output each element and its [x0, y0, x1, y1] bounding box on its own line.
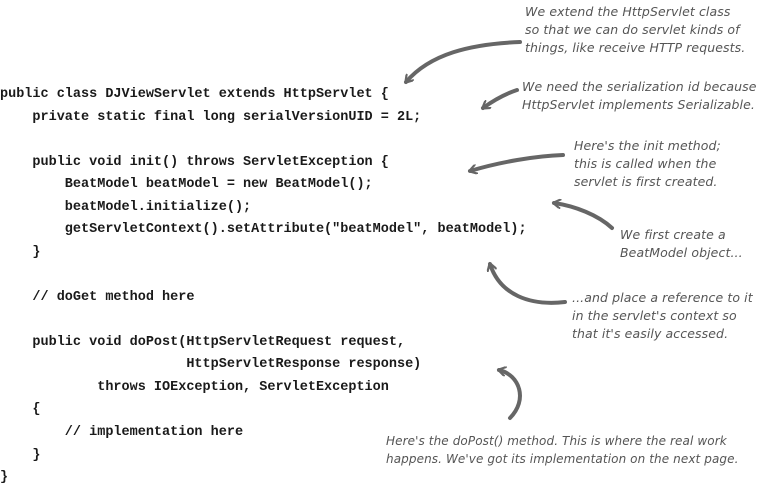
arrow-dopost-to-method: [499, 370, 522, 420]
arrow-serial-to-field: [481, 88, 519, 110]
annotation-dopost-method: Here's the doPost() method. This is wher…: [386, 434, 739, 466]
arrow-init-to-method: [470, 153, 565, 171]
arrow-context-to-setattribute: [490, 264, 567, 305]
annotation-serialization-id: We need the serialization id because Htt…: [522, 79, 757, 112]
annotation-init-method: Here's the init method; this is called w…: [574, 138, 721, 189]
arrow-extend-to-httpservlet: [404, 40, 522, 84]
annotation-servlet-context: ...and place a reference to it in the se…: [572, 290, 753, 341]
annotation-httpservlet-extend: We extend the HttpServlet class so that …: [525, 4, 746, 55]
annotation-create-beatmodel: We first create a BeatModel object...: [620, 227, 743, 260]
arrow-beatmodel-to-create: [554, 203, 614, 230]
